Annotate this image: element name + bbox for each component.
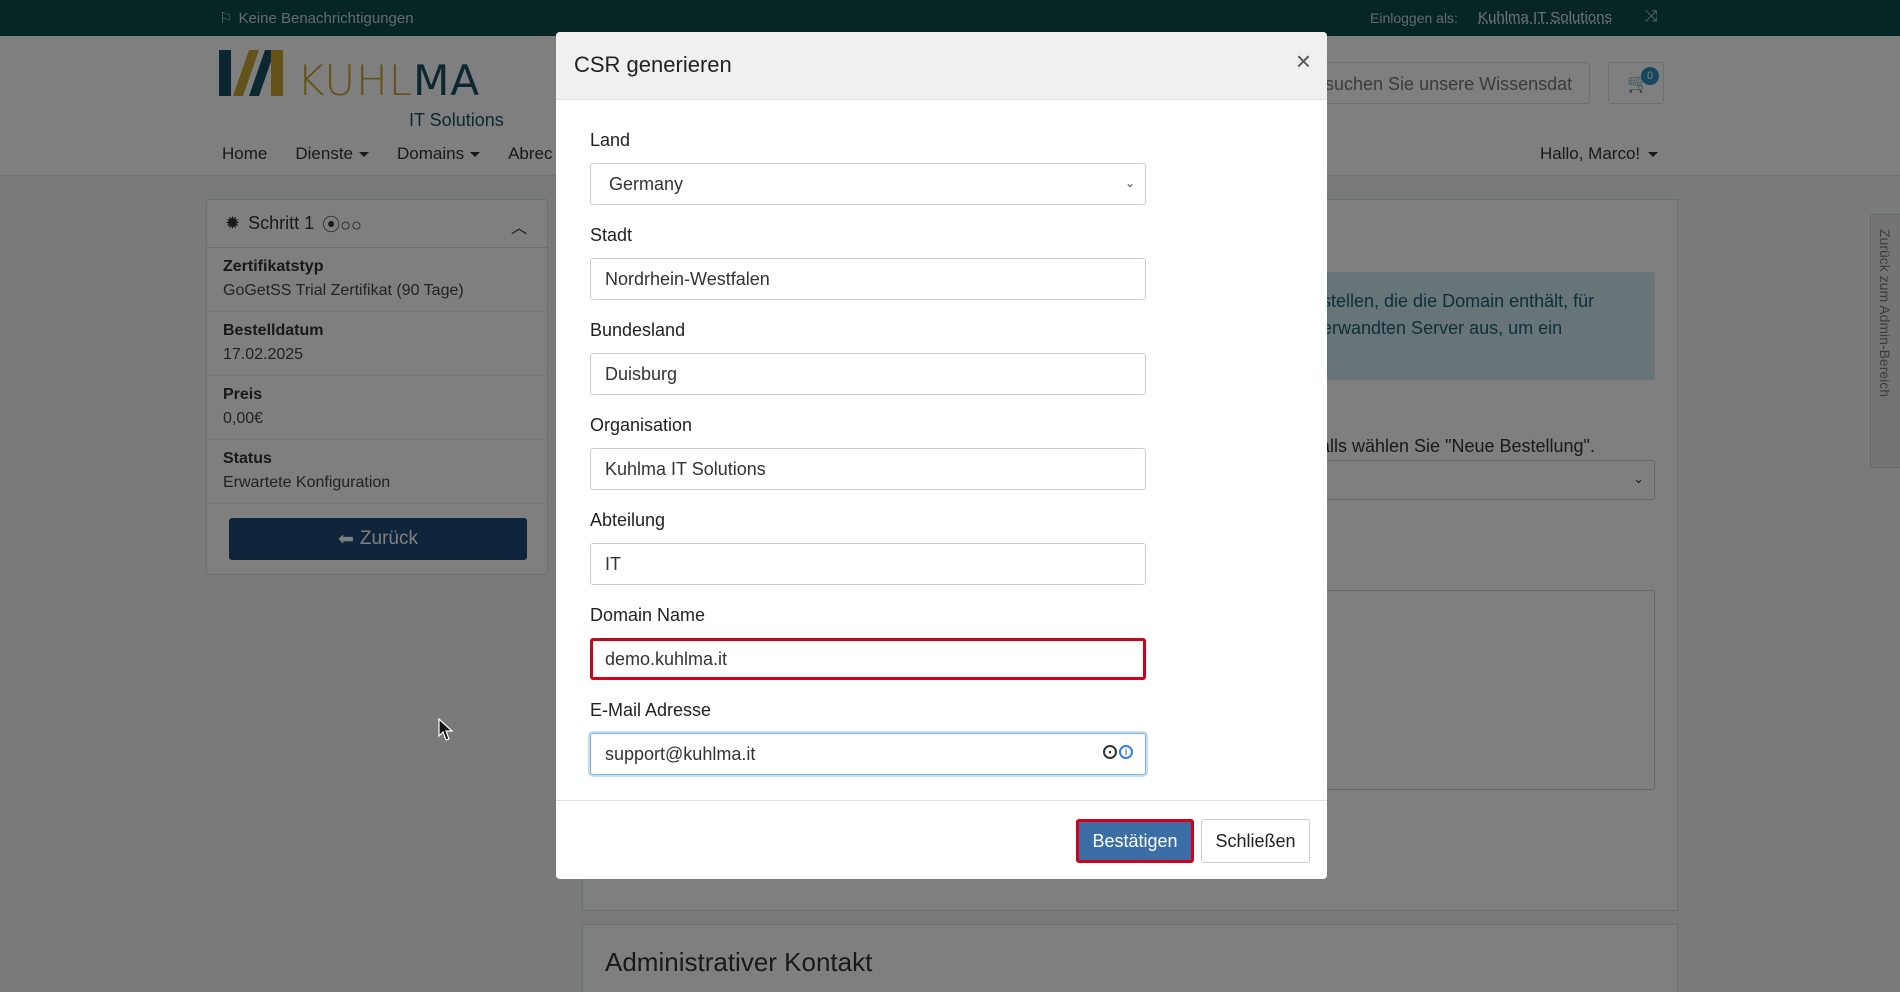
close-button[interactable]: Schließen [1201,819,1310,863]
csr-modal: CSR generieren × Land Germany ⌄ Stadt No… [556,32,1327,879]
mouse-cursor-icon [438,718,454,741]
field-department: Abteilung IT [590,510,1146,585]
chevron-down-icon: ⌄ [1124,176,1135,190]
domain-name-input[interactable]: demo.kuhlma.it [590,638,1146,680]
password-manager-icon[interactable]: ▪ i [1103,745,1133,759]
field-country: Land Germany ⌄ [590,130,1146,205]
confirm-button[interactable]: Bestätigen [1076,819,1194,863]
department-input[interactable]: IT [590,543,1146,585]
email-input[interactable]: support@kuhlma.it ▪ i [590,733,1146,775]
modal-body: Land Germany ⌄ Stadt Nordrhein-Westfalen… [556,100,1327,800]
lock-icon: ▪ [1103,745,1117,759]
field-state: Bundesland Duisburg [590,320,1146,395]
info-icon: i [1119,745,1133,759]
modal-footer: Bestätigen Schließen [556,800,1327,879]
field-organisation: Organisation Kuhlma IT Solutions [590,415,1146,490]
city-input[interactable]: Nordrhein-Westfalen [590,258,1146,300]
modal-title: CSR generieren [574,52,732,77]
country-select[interactable]: Germany ⌄ [590,163,1146,205]
state-input[interactable]: Duisburg [590,353,1146,395]
close-icon[interactable]: × [1296,48,1311,74]
modal-header: CSR generieren × [556,32,1327,100]
field-domain-name: Domain Name demo.kuhlma.it [590,605,1146,680]
organisation-input[interactable]: Kuhlma IT Solutions [590,448,1146,490]
field-email: E-Mail Adresse support@kuhlma.it ▪ i [590,700,1146,775]
field-city: Stadt Nordrhein-Westfalen [590,225,1146,300]
